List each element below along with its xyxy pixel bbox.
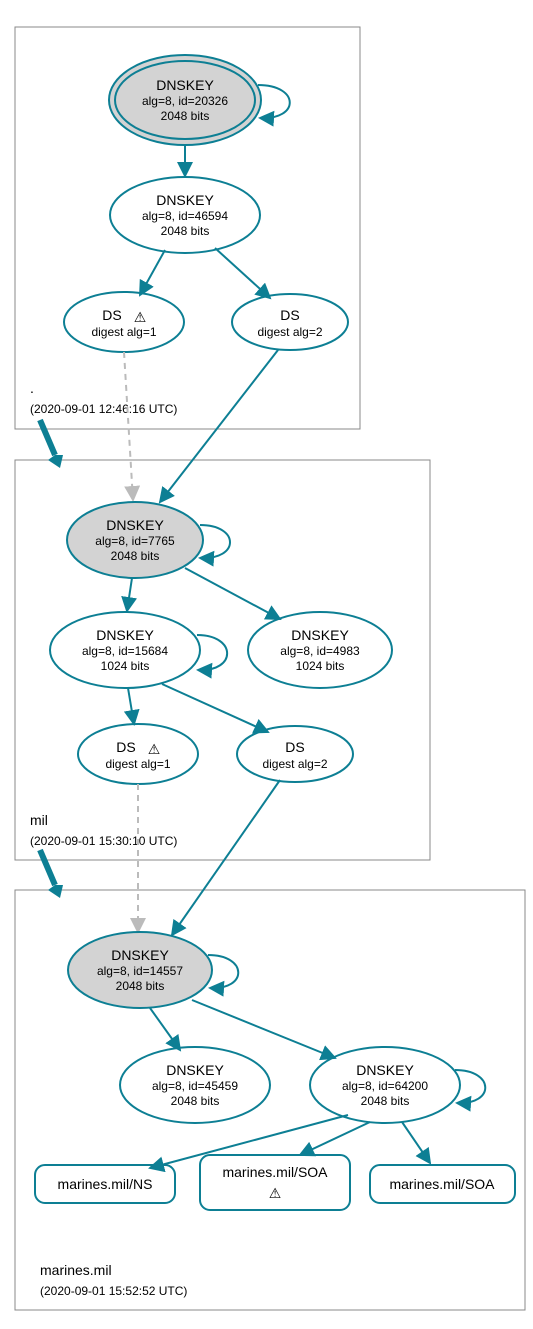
zone-mil-label: mil [30, 812, 48, 828]
svg-text:1024 bits: 1024 bits [296, 659, 345, 673]
svg-text:DNSKEY: DNSKEY [106, 517, 164, 533]
node-mar-zsk2: DNSKEY alg=8, id=64200 2048 bits [310, 1047, 460, 1123]
edge-mil-ksk-zsk2 [185, 568, 280, 619]
svg-text:alg=8, id=64200: alg=8, id=64200 [342, 1079, 428, 1093]
edge-root-ds1-mil-ksk [124, 352, 133, 500]
zone-root-label: . [30, 380, 34, 396]
svg-text:2048 bits: 2048 bits [111, 549, 160, 563]
svg-text:digest alg=2: digest alg=2 [262, 757, 327, 771]
svg-text:marines.mil/SOA: marines.mil/SOA [389, 1176, 495, 1192]
svg-text:alg=8, id=14557: alg=8, id=14557 [97, 964, 183, 978]
svg-text:alg=8, id=20326: alg=8, id=20326 [142, 94, 228, 108]
warn-icon: ⚠ [148, 741, 161, 757]
svg-text:DS: DS [102, 307, 121, 323]
node-mar-zsk1: DNSKEY alg=8, id=45459 2048 bits [120, 1047, 270, 1123]
svg-text:digest alg=1: digest alg=1 [91, 325, 156, 339]
svg-text:1024 bits: 1024 bits [101, 659, 150, 673]
edge-root-zsk-ds1 [140, 250, 165, 295]
edge-mil-zsk1-ds2 [162, 684, 268, 732]
edge-mil-ksk-self [200, 525, 230, 558]
node-root-zsk: DNSKEY alg=8, id=46594 2048 bits [110, 177, 260, 253]
svg-text:DS: DS [280, 307, 299, 323]
svg-text:marines.mil/NS: marines.mil/NS [58, 1176, 153, 1192]
svg-text:alg=8, id=4983: alg=8, id=4983 [280, 644, 360, 658]
edge-mil-zsk1-self [197, 635, 227, 670]
edge-root-ds2-mil-ksk [160, 350, 278, 502]
warn-icon: ⚠ [134, 309, 147, 325]
svg-text:DNSKEY: DNSKEY [156, 77, 214, 93]
svg-text:alg=8, id=7765: alg=8, id=7765 [95, 534, 175, 548]
zone-arrow-mil-marines [40, 850, 55, 885]
node-mar-ksk: DNSKEY alg=8, id=14557 2048 bits [68, 932, 212, 1008]
node-mar-ns: marines.mil/NS [35, 1165, 175, 1203]
zone-arrow-root-mil [40, 420, 55, 455]
svg-text:DNSKEY: DNSKEY [356, 1062, 414, 1078]
zone-marines-label: marines.mil [40, 1262, 112, 1278]
svg-text:DS: DS [116, 739, 135, 755]
svg-text:alg=8, id=46594: alg=8, id=46594 [142, 209, 228, 223]
svg-text:2048 bits: 2048 bits [161, 109, 210, 123]
svg-text:alg=8, id=45459: alg=8, id=45459 [152, 1079, 238, 1093]
svg-text:digest alg=1: digest alg=1 [105, 757, 170, 771]
svg-text:DNSKEY: DNSKEY [166, 1062, 224, 1078]
svg-text:DNSKEY: DNSKEY [291, 627, 349, 643]
svg-text:2048 bits: 2048 bits [171, 1094, 220, 1108]
svg-text:DNSKEY: DNSKEY [96, 627, 154, 643]
svg-text:DNSKEY: DNSKEY [156, 192, 214, 208]
svg-text:alg=8, id=15684: alg=8, id=15684 [82, 644, 168, 658]
edge-mar-zsk2-soaw [300, 1122, 370, 1155]
node-root-ds1: DS ⚠ digest alg=1 [64, 292, 184, 352]
node-mil-ksk: DNSKEY alg=8, id=7765 2048 bits [67, 502, 203, 578]
edge-mil-ksk-zsk1 [127, 578, 132, 611]
svg-text:2048 bits: 2048 bits [161, 224, 210, 238]
edge-mil-zsk1-ds1 [128, 688, 134, 724]
svg-text:2048 bits: 2048 bits [116, 979, 165, 993]
node-mil-ds2: DS digest alg=2 [237, 726, 353, 782]
edge-mar-zsk2-soa [402, 1122, 430, 1163]
node-mil-zsk1: DNSKEY alg=8, id=15684 1024 bits [50, 612, 200, 688]
svg-text:digest alg=2: digest alg=2 [257, 325, 322, 339]
node-root-ksk: DNSKEY alg=8, id=20326 2048 bits [109, 55, 261, 145]
node-mil-zsk2: DNSKEY alg=8, id=4983 1024 bits [248, 612, 392, 688]
svg-text:marines.mil/SOA: marines.mil/SOA [222, 1164, 328, 1180]
zone-root-ts: (2020-09-01 12:46:16 UTC) [30, 402, 177, 416]
svg-text:DNSKEY: DNSKEY [111, 947, 169, 963]
zone-marines-ts: (2020-09-01 15:52:52 UTC) [40, 1284, 187, 1298]
warn-icon: ⚠ [269, 1185, 282, 1201]
edge-root-zsk-ds2 [215, 248, 270, 298]
node-mar-soa-warn: marines.mil/SOA ⚠ [200, 1155, 350, 1210]
node-mar-soa: marines.mil/SOA [370, 1165, 515, 1203]
svg-text:DS: DS [285, 739, 304, 755]
edge-mil-ds2-mar-ksk [172, 780, 280, 935]
svg-text:2048 bits: 2048 bits [361, 1094, 410, 1108]
edge-root-ksk-self [258, 85, 290, 118]
node-mil-ds1: DS ⚠ digest alg=1 [78, 724, 198, 784]
zone-mil-ts: (2020-09-01 15:30:10 UTC) [30, 834, 177, 848]
node-root-ds2: DS digest alg=2 [232, 294, 348, 350]
edge-mar-ksk-zsk1 [150, 1008, 180, 1050]
